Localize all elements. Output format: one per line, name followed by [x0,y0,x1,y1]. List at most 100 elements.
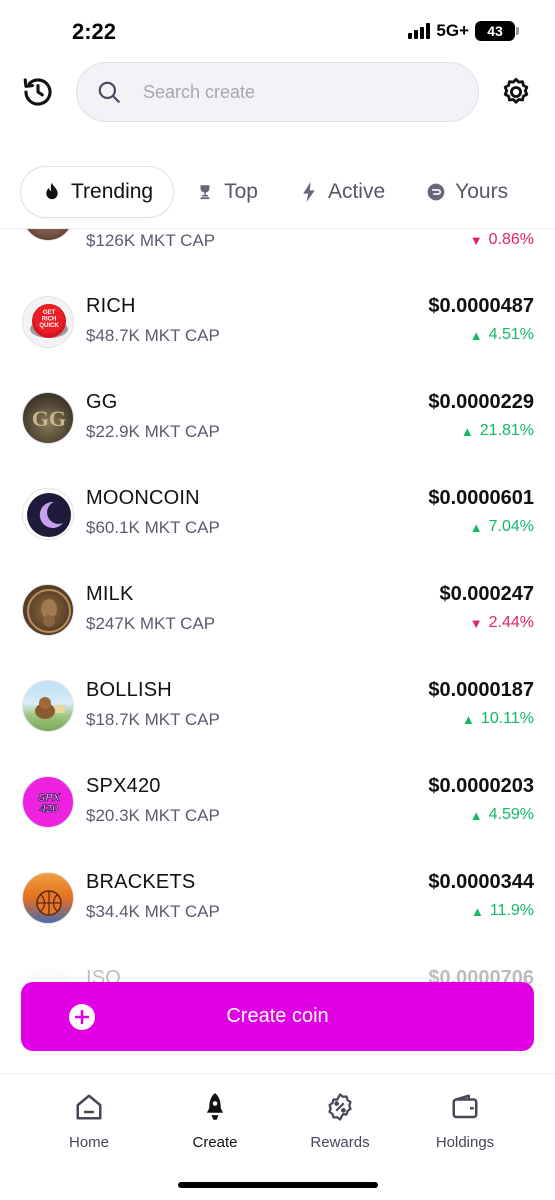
coins-icon [425,181,447,203]
filter-tabs: Trending Top Active Yours [20,166,528,218]
up-triangle-icon: ▲ [469,519,483,535]
bottom-nav: Home Create Rewards Holdings [0,1073,555,1200]
coin-change: ▲ 4.51% [470,326,534,344]
tab-trending[interactable]: Trending [20,166,175,218]
search-input[interactable] [143,81,443,103]
tab-label: Top [224,180,258,203]
coin-row[interactable]: MOONCOIN $60.1K MKT CAP $0.0000601 ▲ 7.0… [0,470,555,566]
nav-label: Home [68,1134,109,1151]
nav-rewards[interactable]: Rewards [285,1090,395,1151]
svg-text:GET: GET [43,310,56,316]
nav-label: Rewards [310,1134,370,1151]
history-icon [23,78,52,106]
coin-change: ▼ 2.44% [470,614,534,632]
coin-avatar [22,229,74,241]
svg-text:RICH: RICH [42,317,57,323]
coin-market-cap: $18.7K MKT CAP [86,710,220,729]
coin-change-value: 11.9% [489,902,534,919]
nav-label: Create [192,1134,238,1151]
battery-level: 43 [487,23,503,39]
coin-avatar: GG [22,392,74,444]
rewards-badge-icon [323,1090,357,1124]
coin-price: $0.0000229 [428,391,534,413]
tab-active[interactable]: Active [278,166,405,218]
coin-row[interactable]: SPX 420 SPX420 $20.3K MKT CAP $0.0000203… [0,758,555,854]
status-time: 2:22 [72,19,117,44]
tab-yours[interactable]: Yours [405,166,528,218]
coin-avatar [22,680,74,732]
coin-market-cap: $20.3K MKT CAP [86,806,220,825]
plus-icon [69,1004,95,1030]
up-triangle-icon: ▲ [460,423,474,439]
create-coin-label: Create coin [226,1005,329,1027]
down-triangle-icon: ▼ [469,232,483,248]
nav-home[interactable]: Home [34,1090,144,1151]
coin-change: ▲ 11.9% [471,902,534,920]
home-icon [72,1090,106,1124]
coin-market-cap: $247K MKT CAP [86,614,216,633]
coin-change-value: 7.04% [488,518,534,535]
coin-change-value: 10.11% [480,710,534,727]
coin-row[interactable]: BRACKETS $34.4K MKT CAP $0.0000344 ▲ 11.… [0,854,555,950]
coin-change-value: 0.86% [488,231,534,248]
up-triangle-icon: ▲ [462,711,475,727]
tab-label: Trending [71,180,154,203]
coin-market-cap: $22.9K MKT CAP [86,422,220,441]
search-icon [95,78,123,106]
history-button[interactable] [18,72,58,112]
coin-name: SPX420 [86,775,161,797]
network-type: 5G+ [436,21,469,40]
coin-price: $0.000247 [439,583,534,605]
gear-icon [503,77,529,104]
coin-price: $0.0000601 [428,487,534,509]
coin-row[interactable]: BOLLISH $18.7K MKT CAP $0.0000187 ▲ 10.1… [0,662,555,758]
nav-create[interactable]: Create [160,1090,270,1151]
coin-change: ▲ 21.81% [461,422,534,440]
svg-text:420: 420 [39,803,59,815]
signal-icon [408,23,431,39]
coin-change-value: 21.81% [479,422,534,439]
tab-label: Yours [455,180,509,203]
svg-text:QUICK: QUICK [39,323,59,329]
lightning-icon [298,181,320,203]
coin-row[interactable]: MILK $247K MKT CAP $0.000247 ▼ 2.44% [0,566,555,662]
coin-change-value: 4.59% [488,806,534,823]
coin-row[interactable]: GG GG $22.9K MKT CAP $0.0000229 ▲ 21.81% [0,374,555,470]
home-indicator [178,1182,378,1188]
up-triangle-icon: ▲ [470,903,484,919]
flame-icon [41,181,63,203]
coin-name: RICH [86,295,136,317]
coin-price: $0.0000187 [428,679,534,701]
coin-row[interactable]: $126K MKT CAP ▼ 0.86% [0,229,555,267]
coin-price: $0.0000344 [428,871,534,893]
coin-name: BRACKETS [86,871,196,893]
svg-text:GG: GG [32,406,66,431]
down-triangle-icon: ▼ [469,615,483,631]
coin-name: MILK [86,583,134,605]
nav-holdings[interactable]: Holdings [410,1090,520,1151]
coin-change: ▼ 0.86% [470,231,534,249]
nav-label: Holdings [435,1134,495,1151]
search-bar[interactable] [76,62,479,122]
coin-price: $0.0000203 [428,775,534,797]
coin-price: $0.0000487 [428,295,534,317]
coin-change-value: 4.51% [488,326,534,343]
tab-top[interactable]: Top [174,166,278,218]
coin-market-cap: $48.7K MKT CAP [86,326,220,345]
coin-avatar [22,488,74,540]
coin-market-cap: $34.4K MKT CAP [86,902,220,921]
settings-button[interactable] [496,72,536,112]
coin-name: BOLLISH [86,679,172,701]
coin-change: ▲ 10.11% [462,710,534,728]
tab-label: Active [327,180,386,203]
coin-market-cap: $126K MKT CAP [86,231,216,250]
rocket-icon [198,1090,232,1124]
create-coin-button[interactable]: Create coin [21,982,534,1051]
coin-row[interactable]: GET RICH QUICK RICH $48.7K MKT CAP $0.00… [0,278,555,374]
battery-icon: 43 [475,21,519,41]
coin-list[interactable]: $126K MKT CAP ▼ 0.86% GET RICH QUICK RIC… [0,229,555,1199]
wallet-icon [448,1090,482,1124]
coin-avatar [22,872,74,924]
coin-name: GG [86,391,118,413]
coin-avatar [22,584,74,636]
